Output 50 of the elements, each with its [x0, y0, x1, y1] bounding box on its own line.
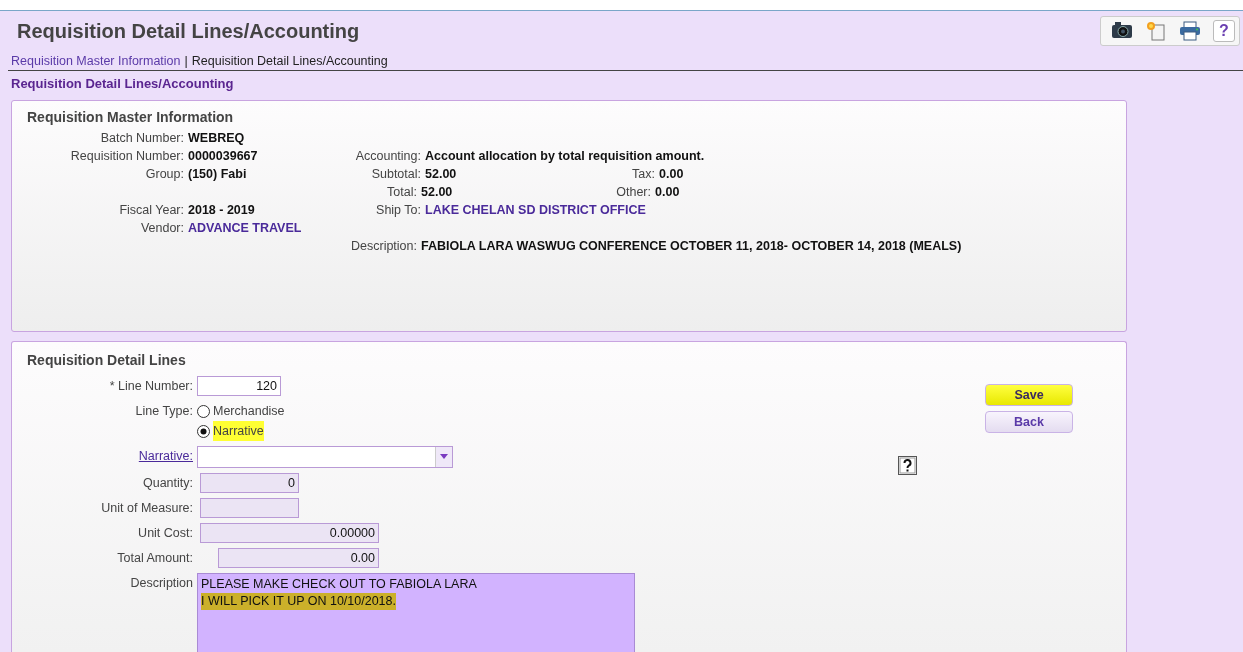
field-label: Total Amount: — [116, 550, 194, 567]
breadcrumb-separator: | — [184, 54, 188, 68]
breadcrumb-current: Requisition Detail Lines/Accounting — [191, 54, 388, 68]
section-heading: Requisition Detail Lines/Accounting — [11, 76, 234, 91]
text-line: PLEASE MAKE CHECK OUT TO FABIOLA LARA — [201, 576, 477, 593]
field-link[interactable]: ADVANCE TRAVEL — [184, 221, 314, 235]
field-label: Unit Cost: — [137, 525, 194, 542]
panel-heading: Requisition Detail Lines — [27, 352, 187, 368]
field-value: 52.00 — [424, 167, 458, 181]
field-label: Tax: — [631, 167, 655, 181]
form-button[interactable]: Back — [985, 411, 1073, 433]
page-title: Requisition Detail Lines/Accounting — [17, 19, 360, 43]
field-value: 2018 - 2019 — [187, 203, 256, 217]
field-label: Description: — [350, 239, 417, 253]
field-value: 0.00 — [654, 185, 681, 199]
field-label: Description — [129, 575, 194, 592]
field-label: Fiscal Year: — [118, 203, 184, 217]
field-label: Group: — [144, 167, 184, 181]
field-value: 0.00 — [658, 167, 685, 181]
field-label: Other: — [615, 185, 651, 199]
field-label: Unit of Measure: — [100, 500, 194, 517]
field-value: 0000039667 — [187, 149, 259, 163]
field-value: (150) Fabi — [187, 167, 248, 181]
field-label: Batch Number: — [99, 131, 184, 145]
help-button[interactable]: ? — [1213, 20, 1235, 42]
field-value: Account allocation by total requisition amount. — [424, 149, 706, 163]
field-value: 52.00 — [420, 185, 454, 199]
field-value: WEBREQ — [187, 131, 246, 145]
field-link[interactable]: LAKE CHELAN SD DISTRICT OFFICE — [421, 203, 1045, 217]
breadcrumb-link[interactable]: Requisition Master Information — [11, 54, 181, 68]
field-label: Quantity: — [141, 475, 194, 492]
input-field[interactable]: 0 — [200, 473, 299, 493]
field-label: Accounting: — [354, 149, 421, 163]
field-label: Line Type: — [134, 403, 194, 420]
panel-heading: Requisition Master Information — [27, 109, 235, 125]
field-label: Vendor: — [139, 221, 184, 235]
field-label: Total: — [386, 185, 417, 199]
input-field[interactable]: 0.00000 — [200, 523, 379, 543]
field-label: Requisition Number: — [69, 149, 184, 163]
field-label: Subtotal: — [370, 167, 421, 181]
input-field[interactable]: 120 — [197, 376, 281, 396]
radio-label[interactable]: Narrative — [213, 421, 264, 441]
description-textarea[interactable]: PLEASE MAKE CHECK OUT TO FABIOLA LARA I WILL PICK IT UP ON 10/10/2018. — [197, 573, 635, 652]
field-link[interactable]: Narrative: — [12, 446, 197, 466]
field-value: FABIOLA LARA WASWUG CONFERENCE OCTOBER 11, 2018- OCTOBER 14, 2018 (MEALS) — [420, 239, 963, 253]
form-button[interactable]: Save — [985, 384, 1073, 406]
field-label: * Line Number: — [108, 378, 194, 395]
input-field[interactable]: 0.00 — [218, 548, 379, 568]
field-label: Ship To: — [375, 203, 421, 217]
radio-label[interactable]: Merchandise — [213, 401, 285, 421]
